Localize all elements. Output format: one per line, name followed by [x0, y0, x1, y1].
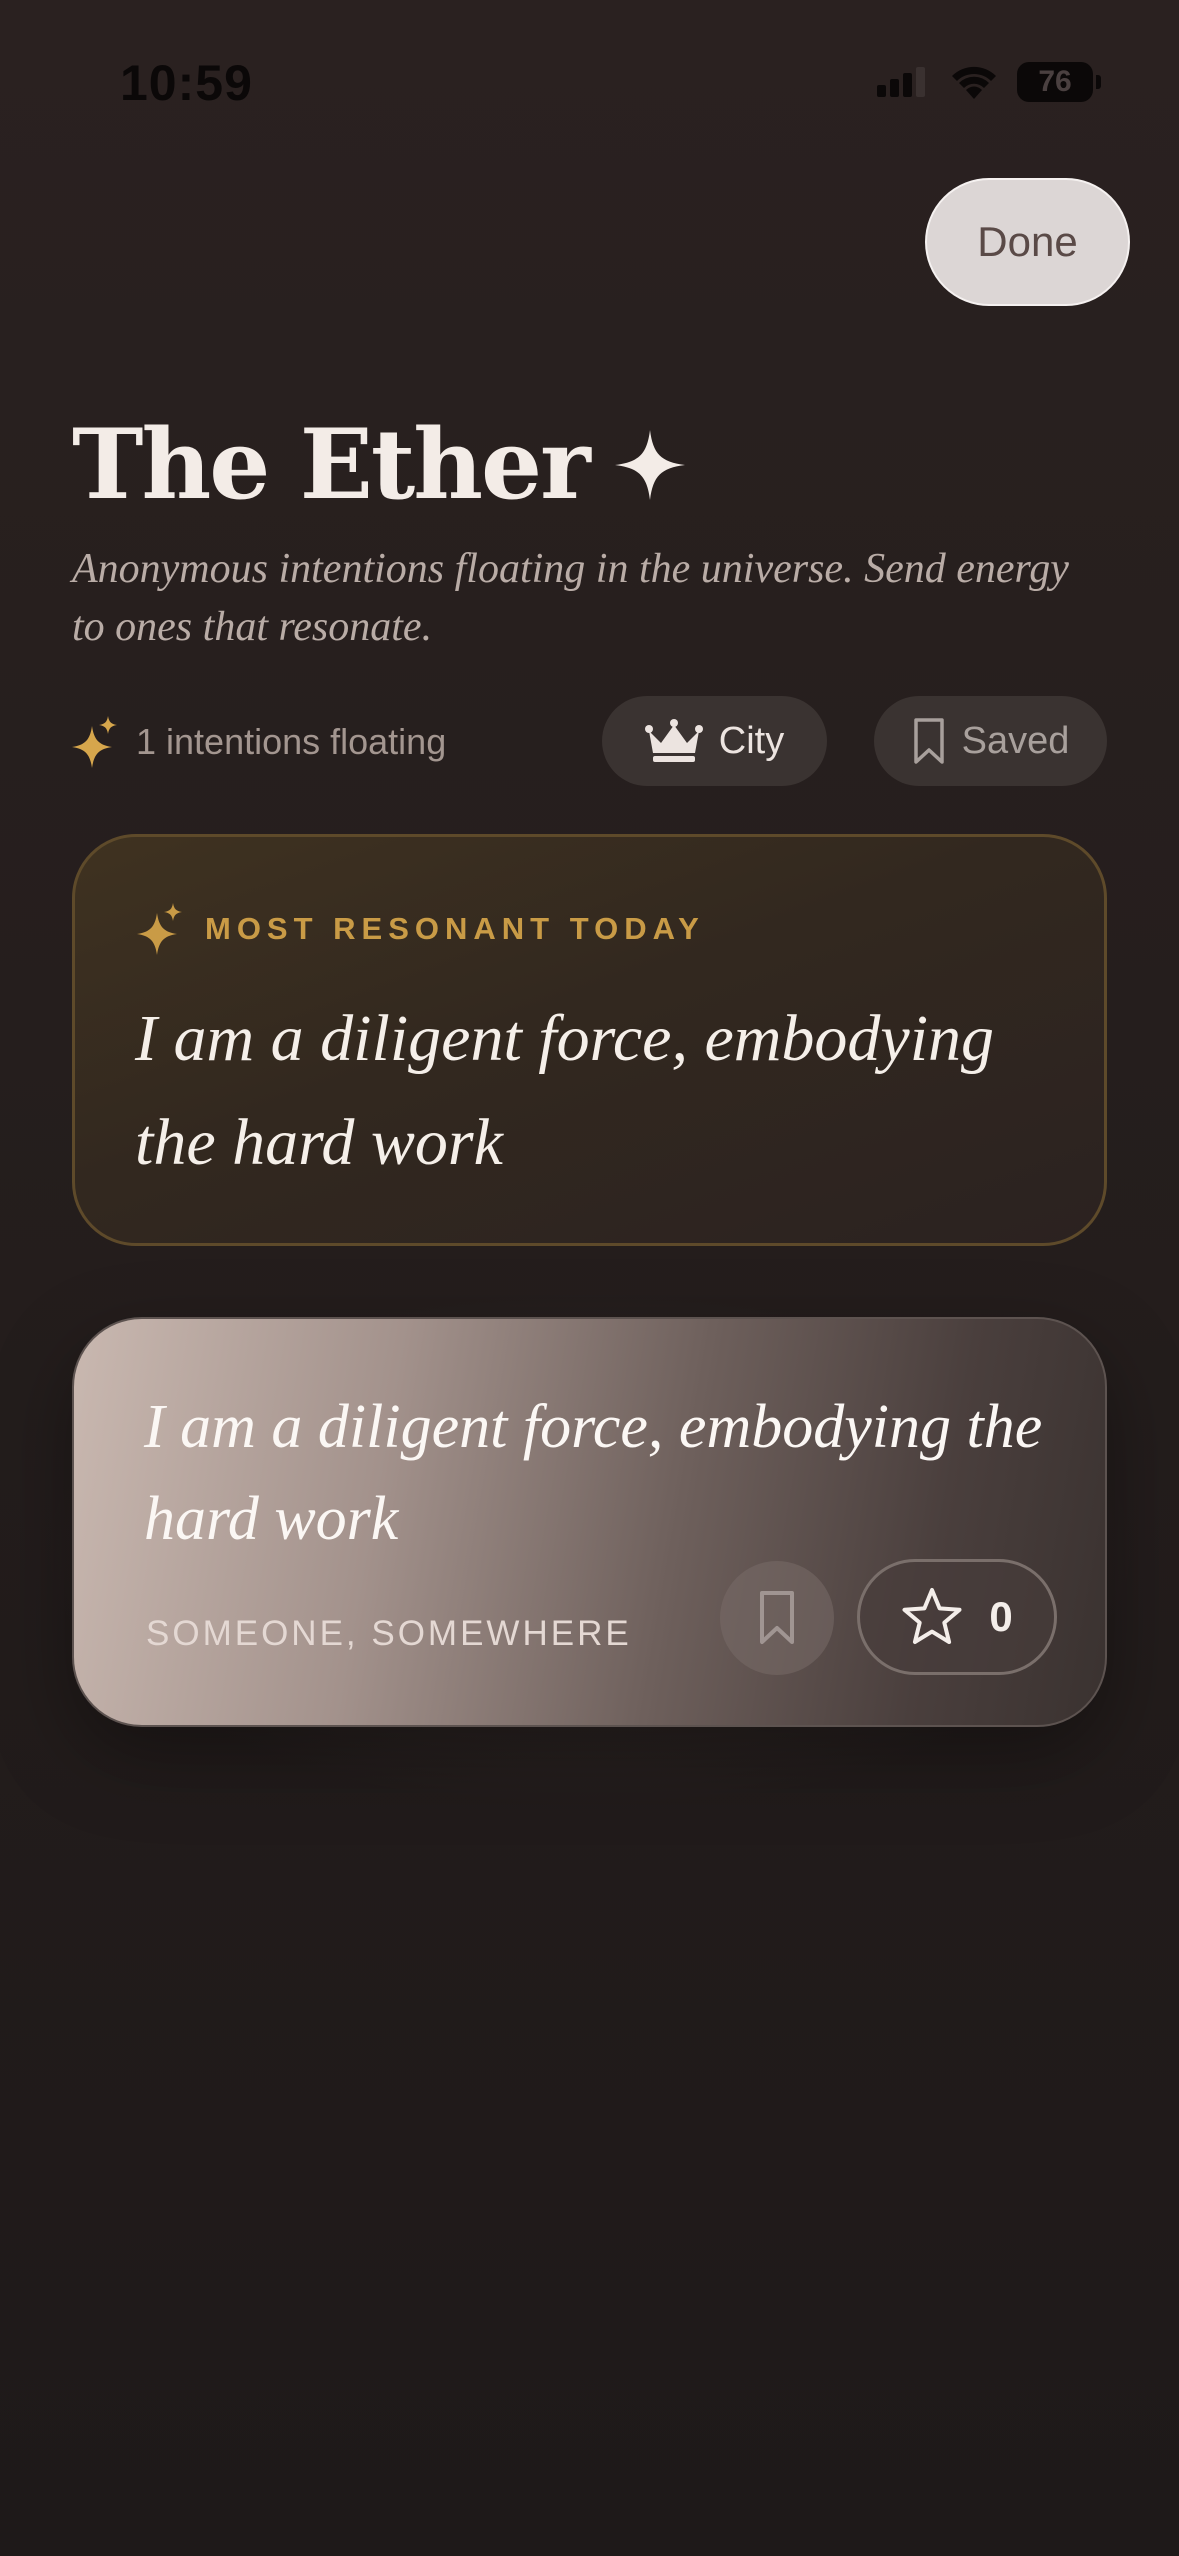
- city-filter-label: City: [718, 719, 785, 762]
- battery-level: 76: [1038, 65, 1072, 98]
- intentions-count: 1 intentions floating: [72, 716, 446, 768]
- intentions-count-text: 1 intentions floating: [136, 721, 447, 762]
- intention-card[interactable]: I am a diligent force, embodying the har…: [72, 1317, 1107, 1727]
- most-resonant-label: MOST RESONANT TODAY: [205, 911, 705, 946]
- intention-author: SOMEONE, SOMEWHERE: [146, 1614, 632, 1653]
- sparkles-icon: [72, 716, 117, 768]
- page-subtitle: Anonymous intentions floating in the uni…: [72, 546, 1069, 650]
- star-icon: [902, 1588, 962, 1644]
- save-intention-button[interactable]: [720, 1561, 834, 1675]
- status-bar: 10:59 76: [0, 0, 1179, 170]
- page-title-text: The Ether: [72, 408, 591, 521]
- status-icons: 76: [875, 62, 1101, 102]
- saved-filter-label: Saved: [961, 719, 1070, 762]
- saved-filter-chip[interactable]: Saved: [874, 696, 1107, 786]
- meta-row: 1 intentions floating City Saved: [72, 696, 1107, 788]
- most-resonant-text: I am a diligent force, embodying the har…: [135, 1002, 995, 1179]
- done-button[interactable]: Done: [925, 178, 1130, 306]
- intention-text: I am a diligent force, embodying the har…: [144, 1393, 1043, 1553]
- bookmark-icon: [913, 718, 944, 764]
- send-energy-button[interactable]: 0: [857, 1559, 1057, 1675]
- cellular-signal-icon: [877, 67, 925, 97]
- most-resonant-header: MOST RESONANT TODAY: [137, 903, 705, 955]
- city-filter-chip[interactable]: City: [602, 696, 827, 786]
- sparkle-icon: [614, 429, 685, 500]
- sparkles-icon: [137, 903, 182, 955]
- crown-icon: [644, 719, 703, 762]
- wifi-icon: [952, 66, 996, 99]
- status-time: 10:59: [120, 55, 253, 111]
- page-title: The Ether: [72, 408, 687, 521]
- bookmark-icon: [760, 1591, 794, 1644]
- battery-icon: 76: [1017, 62, 1101, 102]
- most-resonant-card[interactable]: MOST RESONANT TODAY I am a diligent forc…: [72, 834, 1107, 1246]
- energy-count: 0: [989, 1593, 1013, 1640]
